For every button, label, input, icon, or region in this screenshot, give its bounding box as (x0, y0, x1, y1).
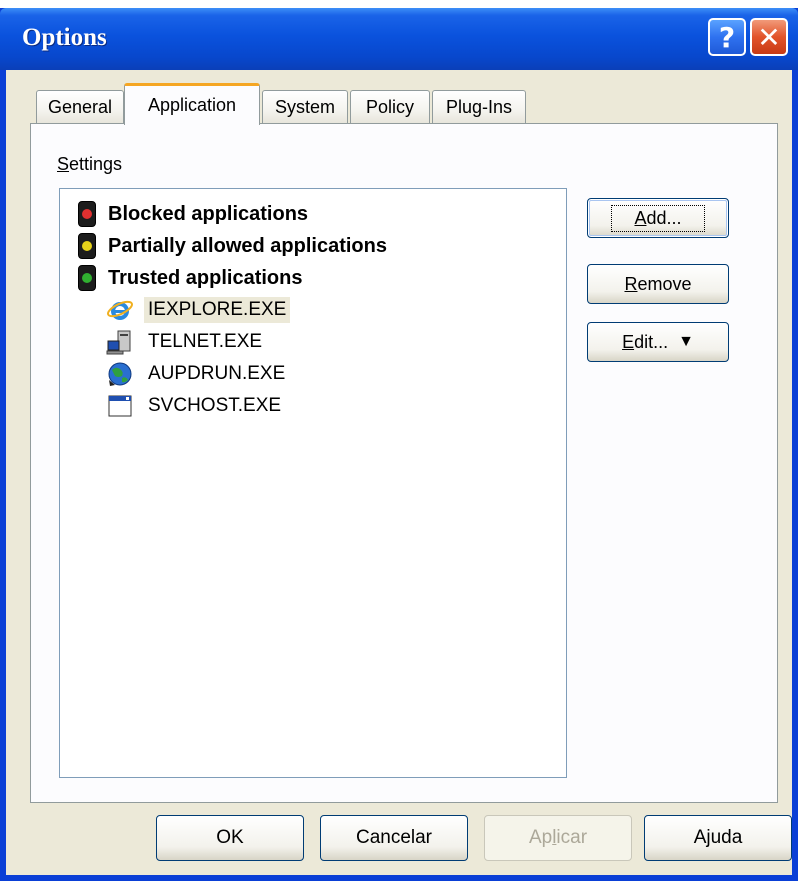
help-button[interactable]: ? (708, 18, 746, 56)
remove-button[interactable]: Remove (587, 264, 729, 304)
tab-label: General (47, 97, 113, 117)
tab-label: Plug-Ins (445, 97, 513, 117)
tree-group-trusted[interactable]: Trusted applications (78, 263, 302, 293)
edit-mnemonic: E (622, 331, 635, 352)
globe-update-icon (104, 359, 136, 389)
apply-label-pre: Ap (528, 827, 553, 848)
tree-item-iexplore[interactable]: IEXPLORE.EXE (104, 295, 291, 325)
settings-label: Settings (57, 154, 122, 175)
cancel-label: Cancelar (355, 827, 433, 848)
remove-button-label: Remove (624, 274, 691, 295)
close-icon: ✕ (757, 20, 781, 54)
tab-plug-ins[interactable]: Plug-Ins (432, 90, 526, 124)
cancel-button[interactable]: Cancelar (320, 815, 468, 861)
tab-label: Application (147, 95, 237, 115)
light-dot (82, 273, 92, 283)
tab-general[interactable]: General (36, 90, 124, 124)
tree-item-telnet[interactable]: TELNET.EXE (104, 327, 266, 357)
tree-item-label: AUPDRUN.EXE (148, 363, 286, 384)
add-button[interactable]: Add... (587, 198, 729, 238)
tree-group-label: Blocked applications (108, 202, 309, 225)
remove-label-rest: emove (637, 273, 692, 294)
internet-explorer-icon (104, 295, 136, 325)
red-traffic-light-icon (78, 201, 96, 227)
ok-button[interactable]: OK (156, 815, 304, 861)
settings-mnemonic: S (57, 154, 70, 174)
application-window-icon (104, 391, 136, 421)
edit-button-label: Edit... (622, 332, 668, 353)
remove-mnemonic: R (624, 273, 638, 294)
top-strip (0, 0, 798, 8)
tree-group-blocked[interactable]: Blocked applications (78, 199, 308, 229)
dropdown-arrow-icon: ▼ (678, 333, 694, 350)
yellow-traffic-light-icon (78, 233, 96, 259)
close-button[interactable]: ✕ (750, 18, 788, 56)
question-mark-icon: ? (718, 20, 736, 54)
help-dialog-button[interactable]: Ajuda (644, 815, 792, 861)
tree-group-partially-allowed[interactable]: Partially allowed applications (78, 231, 387, 261)
settings-label-rest: ettings (69, 154, 123, 174)
add-mnemonic: A (634, 207, 647, 228)
dialog-client-area: General Application System Policy Plug-I… (6, 70, 792, 875)
tab-system[interactable]: System (262, 90, 348, 124)
tab-label: Policy (365, 97, 414, 117)
edit-label-rest: dit... (634, 331, 669, 352)
tree-item-label: IEXPLORE.EXE (144, 297, 291, 323)
tree-group-label: Partially allowed applications (108, 234, 387, 257)
tab-policy[interactable]: Policy (350, 90, 430, 124)
apply-label: Aplicar (529, 827, 587, 849)
applications-tree[interactable]: Blocked applications Partially allowed a… (59, 188, 567, 778)
ok-label: OK (216, 827, 244, 848)
add-button-label: Add... (611, 204, 705, 232)
light-dot (82, 241, 92, 251)
window-title: Options (22, 24, 107, 51)
tab-application[interactable]: Application (124, 83, 260, 125)
light-dot (82, 209, 92, 219)
apply-label-post: icar (556, 827, 588, 848)
options-dialog: Options ? ✕ General Application System P… (0, 8, 798, 881)
green-traffic-light-icon (78, 265, 96, 291)
tree-item-aupdrun[interactable]: AUPDRUN.EXE (104, 359, 289, 389)
tab-label: System (274, 97, 335, 117)
tree-group-label: Trusted applications (108, 266, 303, 289)
tree-item-label: SVCHOST.EXE (148, 395, 282, 416)
application-tab-panel: Settings Blocked applications Partially … (30, 123, 778, 803)
edit-dropdown-button[interactable]: Edit... ▼ (587, 322, 729, 362)
add-label-rest: dd... (646, 207, 682, 228)
apply-button[interactable]: Aplicar (484, 815, 632, 861)
help-label: Ajuda (693, 827, 743, 848)
title-bar[interactable]: Options ? ✕ (0, 8, 798, 70)
telnet-computer-icon (104, 327, 136, 357)
tree-item-label: TELNET.EXE (148, 331, 263, 352)
tree-item-svchost[interactable]: SVCHOST.EXE (104, 391, 285, 421)
